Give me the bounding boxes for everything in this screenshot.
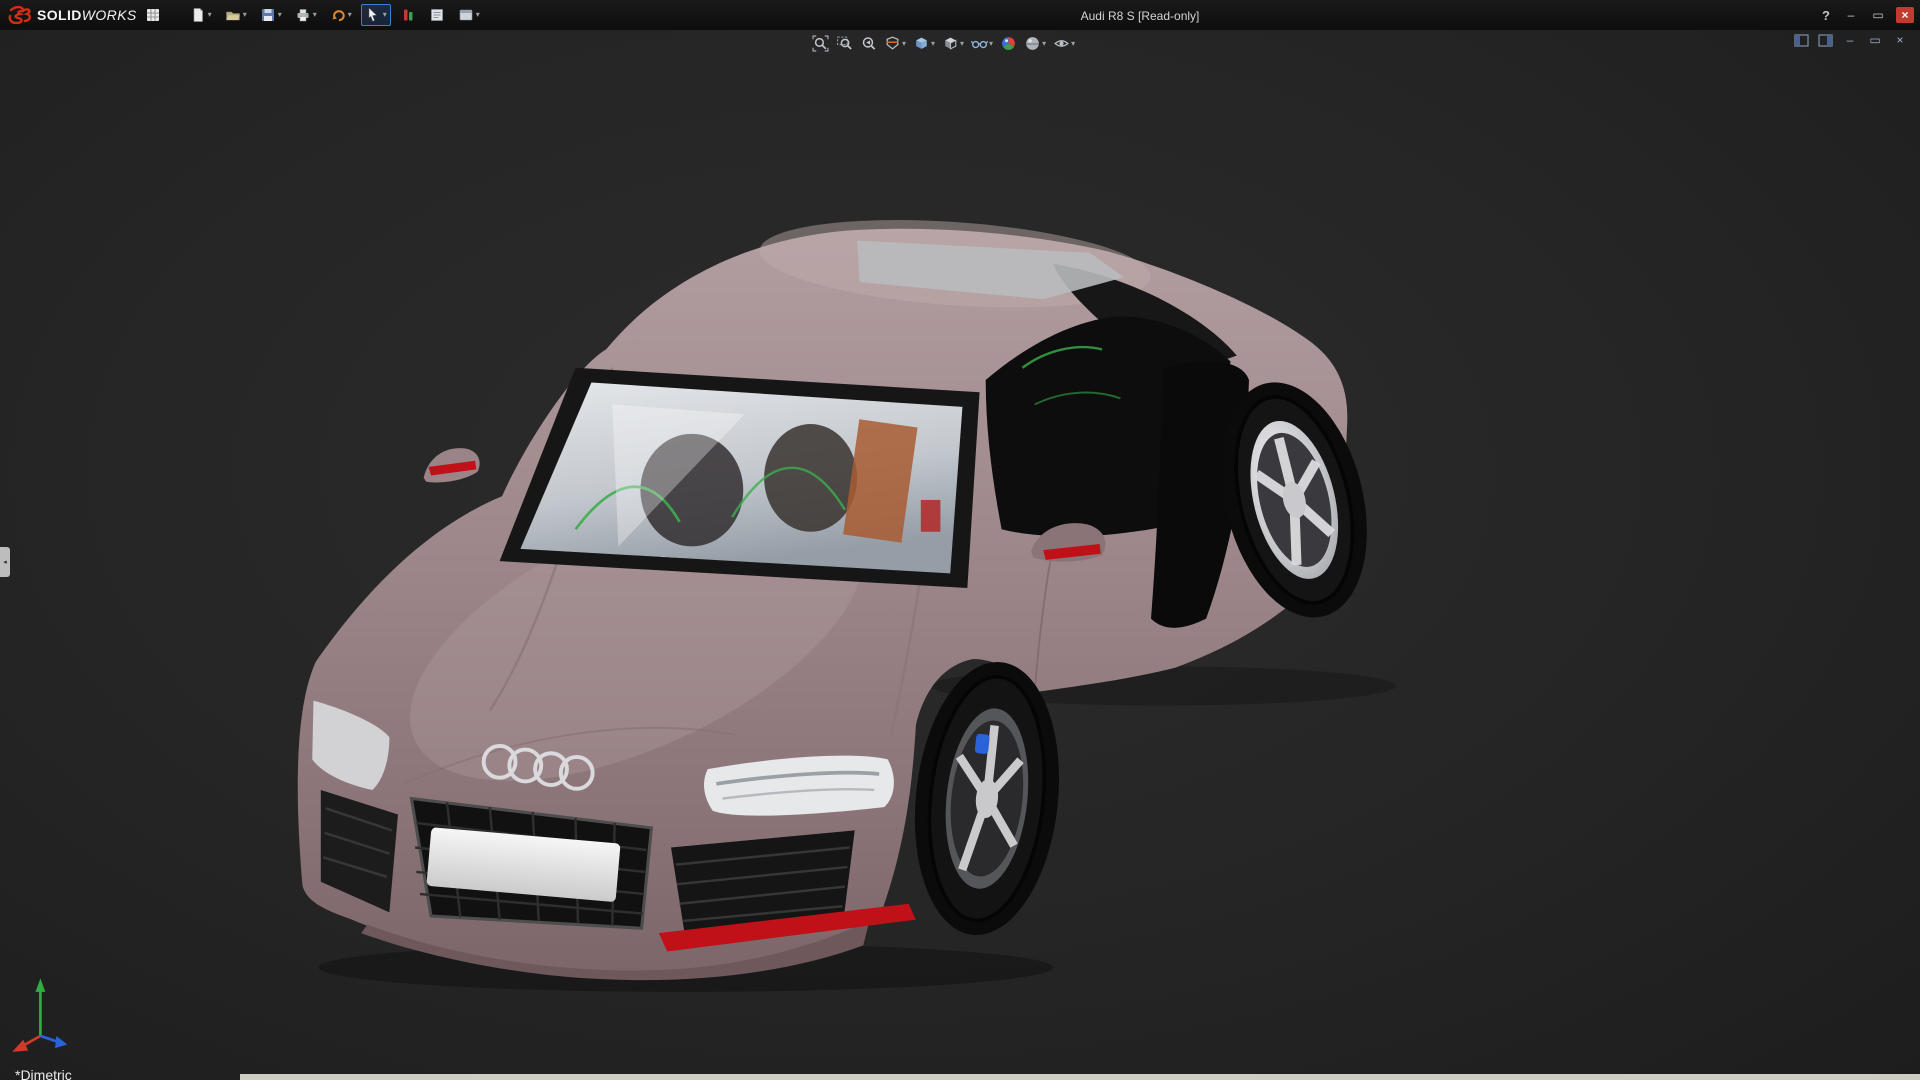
zoom-to-area-button[interactable] [834,34,855,53]
horizontal-scrollbar[interactable] [240,1074,1920,1080]
close-button[interactable]: × [1896,7,1914,23]
display-style-button[interactable]: ▾ [940,34,966,53]
dropdown-arrow-icon[interactable]: ▾ [278,11,282,19]
print-button[interactable]: ▾ [291,4,321,26]
new-file-icon [190,7,206,23]
scene-sphere-icon [1024,35,1041,52]
previous-view-icon [860,35,877,52]
view-settings-button[interactable]: ▾ [1051,34,1077,53]
document-window-controls: – ▭ × [1794,33,1908,47]
section-view-button[interactable]: ▾ [882,34,908,53]
window-title: Audi R8 S [Read-only] [1081,9,1200,23]
save-icon [260,7,276,23]
car-canvas[interactable] [0,30,1920,1080]
orientation-triad [12,978,67,1051]
dropdown-arrow-icon[interactable]: ▾ [208,11,212,19]
zoom-fit-icon [812,35,829,52]
pane-left-icon[interactable] [1794,34,1809,47]
dropdown-arrow-icon[interactable]: ▾ [348,11,352,19]
window-controls: ? – ▭ × [1819,0,1914,30]
glasses-icon [971,35,988,52]
view-orientation-label: *Dimetric [15,1067,72,1080]
options-button[interactable]: ▾ [454,4,484,26]
hide-show-items-button[interactable]: ▾ [969,34,995,53]
heads-up-toolbar: ▾ ▾ ▾ ▾ [810,34,1077,53]
zoom-area-icon [836,35,853,52]
select-button[interactable]: ▾ [361,4,391,26]
xpress-icon [400,7,416,23]
doc-restore-button[interactable]: ▭ [1867,33,1883,47]
collapse-arrow-icon: ◂ [3,558,7,566]
minimize-button[interactable]: – [1842,7,1860,23]
file-properties-button[interactable] [425,4,449,26]
left-mirror[interactable] [424,448,480,482]
previous-view-button[interactable] [858,34,879,53]
appearance-sphere-icon [1000,35,1017,52]
dropdown-arrow-icon[interactable]: ▾ [243,11,247,19]
solidworks-window: { "window": { "brand_bold": "SOLID", "br… [0,0,1920,1080]
open-button[interactable]: ▾ [221,4,251,26]
dropdown-arrow-icon[interactable]: ▾ [1071,40,1075,48]
display-style-icon [942,35,959,52]
undo-button[interactable]: ▾ [326,4,356,26]
dropdown-arrow-icon[interactable]: ▾ [931,40,935,48]
dropdown-arrow-icon[interactable]: ▾ [313,11,317,19]
help-button[interactable]: ? [1819,8,1833,23]
solidworks-menu-icon[interactable] [146,8,160,22]
dropdown-arrow-icon[interactable]: ▾ [476,11,480,19]
eye-icon [1053,35,1070,52]
dropdown-arrow-icon[interactable]: ▾ [1042,40,1046,48]
zoom-to-fit-button[interactable] [810,34,831,53]
car-windshield[interactable] [500,368,980,588]
dropdown-arrow-icon[interactable]: ▾ [383,11,387,19]
dropdown-arrow-icon[interactable]: ▾ [989,40,993,48]
feature-manager-collapse-tab[interactable]: ◂ [0,547,10,577]
maximize-button[interactable]: ▭ [1869,7,1887,23]
select-cursor-icon [365,7,381,23]
app-name: SOLIDWORKS [37,7,137,23]
main-toolbar: ▾ ▾ ▾ ▾ [186,4,484,26]
edit-appearance-button[interactable] [998,34,1019,53]
pane-right-icon[interactable] [1818,34,1833,47]
solidworks-logo-icon [8,6,32,24]
dropdown-arrow-icon[interactable]: ▾ [902,40,906,48]
xpress-products-button[interactable] [396,4,420,26]
new-button[interactable]: ▾ [186,4,216,26]
open-folder-icon [225,7,241,23]
graphics-viewport[interactable]: ▾ ▾ ▾ ▾ [0,30,1920,1080]
apply-scene-button[interactable]: ▾ [1022,34,1048,53]
section-view-icon [884,35,901,52]
view-orientation-cube-icon [913,35,930,52]
view-orientation-button[interactable]: ▾ [911,34,937,53]
sheet-icon [429,7,445,23]
dropdown-arrow-icon[interactable]: ▾ [960,40,964,48]
save-button[interactable]: ▾ [256,4,286,26]
doc-minimize-button[interactable]: – [1842,33,1858,47]
print-icon [295,7,311,23]
card-icon [458,7,474,23]
brake-caliper [974,733,989,754]
title-bar: SOLIDWORKS ▾ ▾ ▾ [0,0,1920,30]
app-brand[interactable]: SOLIDWORKS [0,6,160,24]
undo-icon [330,7,346,23]
doc-close-button[interactable]: × [1892,33,1908,47]
